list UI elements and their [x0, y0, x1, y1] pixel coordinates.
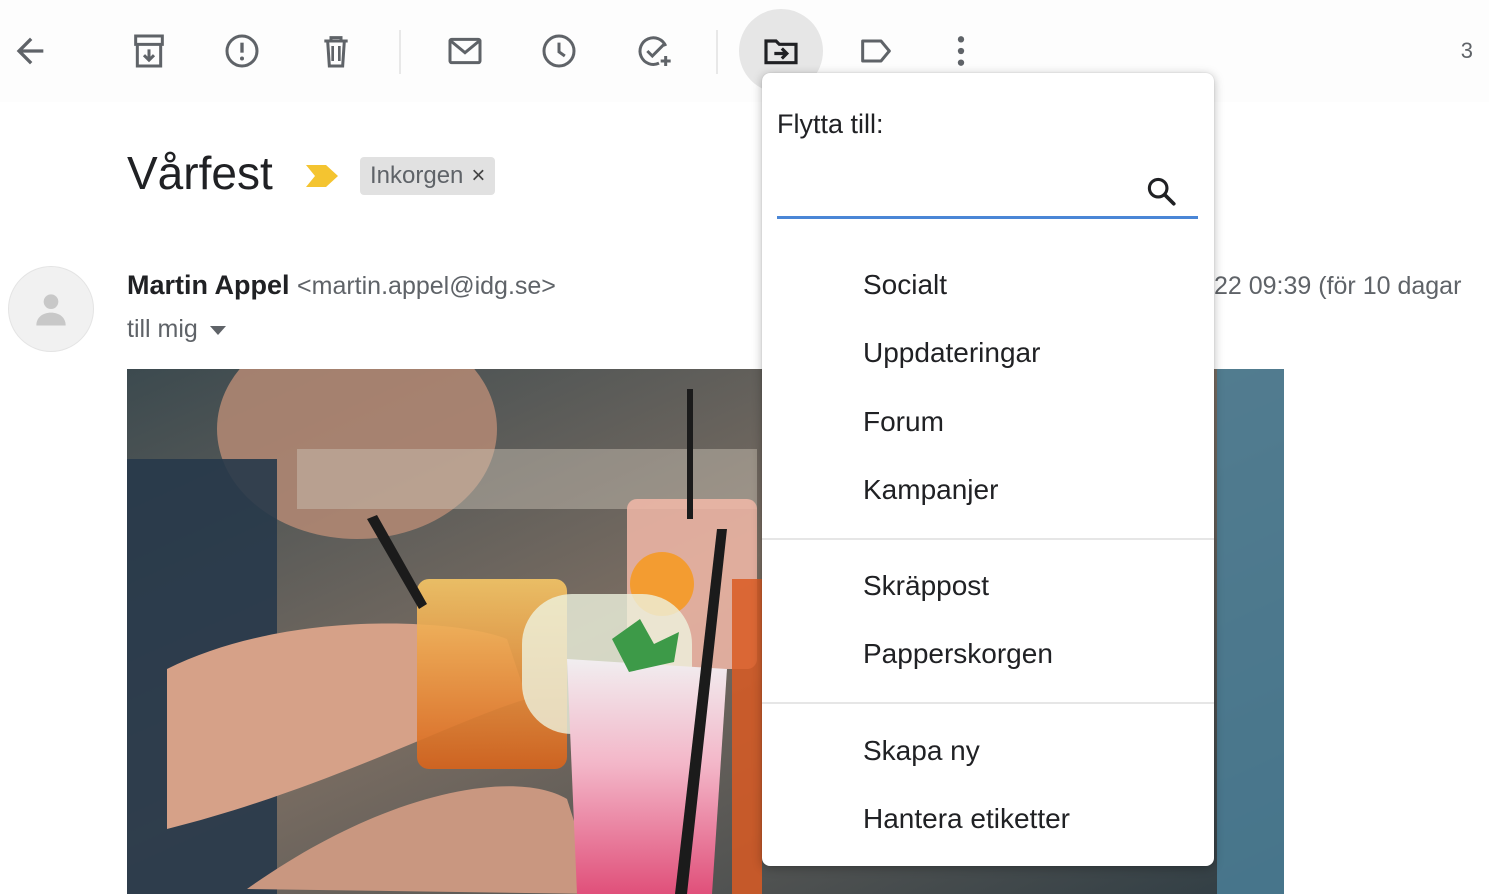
menu-item-label: Uppdateringar: [863, 337, 1041, 368]
email-toolbar: 3: [0, 0, 1489, 102]
menu-divider: [762, 538, 1214, 540]
menu-title: Flytta till:: [777, 109, 884, 139]
search-icon[interactable]: [1144, 174, 1178, 208]
recipient-text: till mig: [127, 315, 198, 343]
menu-item-papperskorgen[interactable]: Papperskorgen: [762, 624, 1214, 684]
menu-item-socialt[interactable]: Socialt: [762, 255, 1214, 315]
chevron-down-icon[interactable]: [208, 323, 228, 337]
toolbar-divider: [399, 30, 401, 74]
menu-item-label: Hantera etiketter: [863, 803, 1070, 834]
folder-move-icon: [764, 39, 798, 65]
add-to-tasks-button[interactable]: [612, 9, 696, 93]
menu-item-label: Socialt: [863, 269, 948, 300]
label-chip-text: Inkorgen: [370, 162, 464, 189]
toolbar-divider: [716, 30, 718, 74]
back-button[interactable]: [0, 9, 72, 93]
task-add-icon: [638, 36, 671, 66]
menu-item-uppdateringar[interactable]: Uppdateringar: [762, 323, 1214, 383]
sender-email: <martin.appel@idg.se>: [297, 272, 556, 300]
menu-item-manage-labels[interactable]: Hantera etiketter: [762, 789, 1214, 849]
arrow-left-icon: [16, 37, 44, 65]
menu-item-forum[interactable]: Forum: [762, 392, 1214, 452]
menu-item-label: Papperskorgen: [863, 638, 1053, 669]
menu-search-input[interactable]: [777, 168, 1141, 214]
delete-button[interactable]: [294, 9, 378, 93]
menu-item-label: Skapa ny: [863, 735, 980, 766]
alert-circle-icon: [225, 34, 259, 68]
snooze-button[interactable]: [517, 9, 601, 93]
email-date: 22 09:39 (för 10 dagar: [1214, 272, 1462, 300]
email-subject: Vårfest: [127, 147, 273, 199]
envelope-icon: [448, 37, 482, 65]
recipient-line: till mig: [127, 315, 228, 344]
move-to-menu: Flytta till: Socialt Uppdateringar Forum…: [762, 73, 1214, 866]
trash-icon: [324, 36, 348, 68]
person-icon: [36, 294, 66, 326]
menu-item-label: Skräppost: [863, 570, 990, 601]
menu-item-label: Kampanjer: [863, 474, 999, 505]
more-vert-icon: [957, 36, 965, 66]
sender-line: Martin Appel <martin.appel@idg.se>: [127, 270, 556, 301]
sender-name[interactable]: Martin Appel: [127, 270, 290, 300]
menu-item-label: Forum: [863, 406, 944, 437]
menu-search-field: [777, 168, 1198, 219]
archive-icon: [134, 34, 164, 68]
mark-unread-button[interactable]: [423, 9, 507, 93]
gmail-email-view: 3 Vårfest Inkorgen × Martin Appel <marti…: [0, 0, 1489, 894]
menu-item-create-new[interactable]: Skapa ny: [762, 721, 1214, 781]
report-spam-button[interactable]: [200, 9, 284, 93]
menu-item-kampanjer[interactable]: Kampanjer: [762, 460, 1214, 520]
importance-marker-icon[interactable]: [304, 163, 340, 189]
menu-item-skrappost[interactable]: Skräppost: [762, 556, 1214, 616]
message-count: 3: [1460, 38, 1473, 63]
menu-divider: [762, 702, 1214, 704]
archive-button[interactable]: [107, 9, 191, 93]
label-chip-inbox: Inkorgen ×: [360, 157, 496, 195]
remove-label-icon[interactable]: ×: [471, 162, 485, 190]
label-icon: [861, 39, 891, 63]
avatar[interactable]: [8, 266, 94, 352]
clock-icon: [542, 34, 576, 68]
